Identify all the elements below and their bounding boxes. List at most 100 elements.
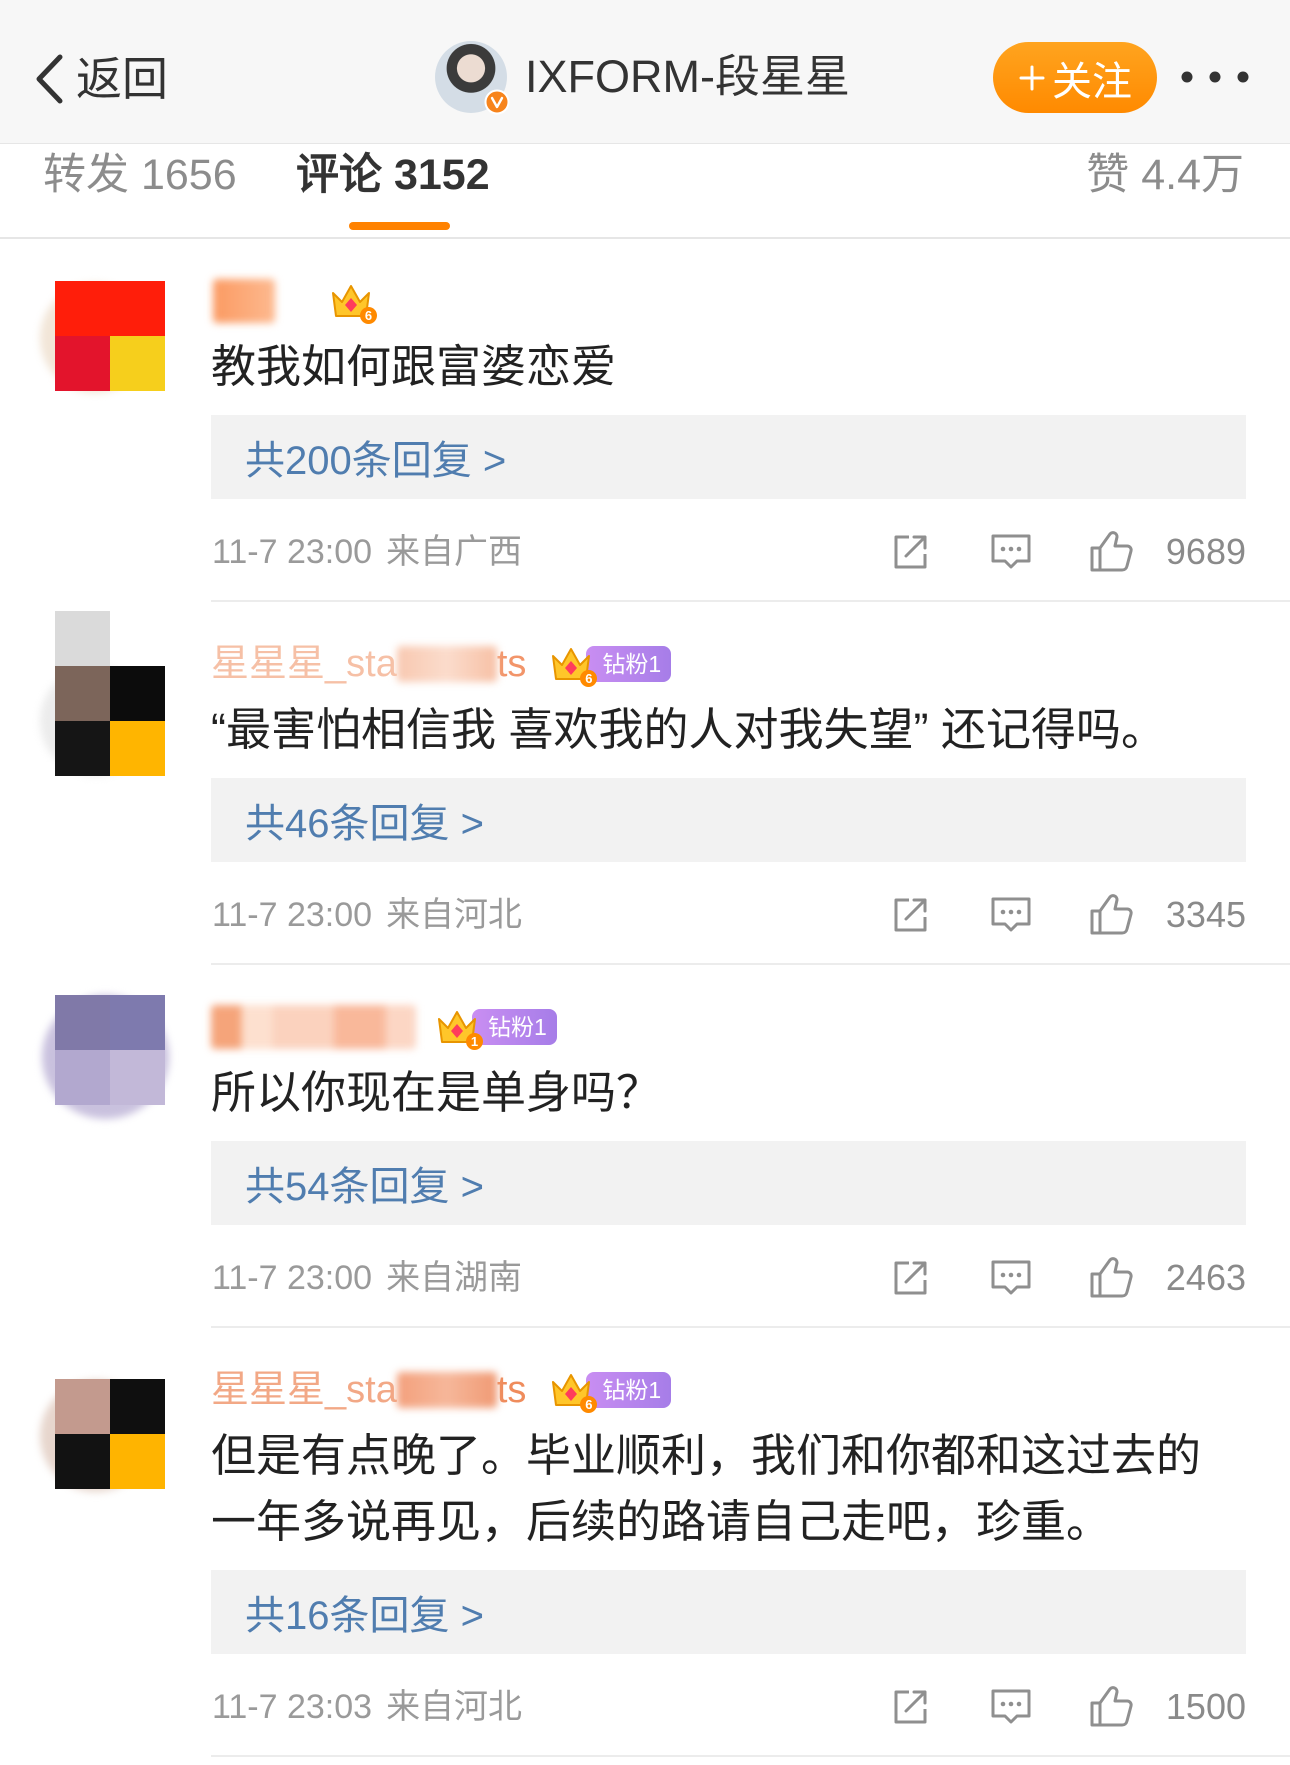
thumbs-up-icon[interactable] xyxy=(1088,891,1134,937)
verified-badge-icon xyxy=(484,89,510,115)
thumbs-up-icon[interactable] xyxy=(1088,1683,1134,1729)
comment-icon[interactable] xyxy=(989,532,1033,572)
fan-crown-badge: 1 xyxy=(434,1005,483,1050)
avatar-cell xyxy=(55,611,110,666)
avatar-cell xyxy=(110,666,165,721)
username-visible-end[interactable]: ts xyxy=(497,642,527,686)
fan-level-badge: 钻粉1 xyxy=(472,1009,557,1045)
avatar-cell xyxy=(110,611,165,666)
comment-icon[interactable] xyxy=(989,1258,1033,1298)
avatar-cell xyxy=(110,1379,165,1434)
avatar-cell xyxy=(110,721,165,776)
comment-time: 11-7 23:00 xyxy=(212,533,373,571)
fan-level-badge: 钻粉1 xyxy=(586,646,672,682)
fan-level-badge: 钻粉1 xyxy=(586,1372,672,1408)
comment-meta: 11-7 23:03 来自河北 xyxy=(212,1677,522,1737)
plus-icon xyxy=(1019,65,1045,90)
username-blurred[interactable] xyxy=(396,1372,497,1408)
tab-reposts[interactable]: 转发 1656 xyxy=(43,151,237,199)
comment-footer: 11-7 23:00 来自河北 3345 xyxy=(211,885,1246,945)
comment-footer: 11-7 23:00 来自湖南 2463 xyxy=(211,1248,1246,1308)
commenter-name-row: 6 xyxy=(211,273,1246,329)
fan-crown-badge: 6 xyxy=(548,1368,598,1413)
commenter-avatar[interactable] xyxy=(55,1379,165,1489)
comment-item: 星星星_sta ts 6 钻粉1 但是有点晚了。毕业顺利，我们和你都和这过去的一… xyxy=(0,1328,1290,1757)
fan-crown-badge: 6 xyxy=(328,279,377,324)
thumbs-up-icon[interactable] xyxy=(1088,1254,1134,1300)
commenter-avatar[interactable] xyxy=(55,995,165,1105)
avatar-cell xyxy=(110,995,165,1050)
active-tab-indicator xyxy=(349,222,450,230)
tab-comments[interactable]: 评论 3152 xyxy=(296,151,490,199)
share-icon[interactable] xyxy=(890,895,930,935)
author-name[interactable]: IXFORM-段星星 xyxy=(525,50,850,104)
avatar-cell xyxy=(110,1050,165,1105)
comment-time: 11-7 23:03 xyxy=(212,1688,373,1726)
share-icon[interactable] xyxy=(890,1258,930,1298)
comment-icon[interactable] xyxy=(989,895,1033,935)
view-replies-link[interactable]: 共200条回复 > xyxy=(211,415,1246,499)
username-visible-start[interactable]: 星星星_sta xyxy=(211,1368,397,1412)
comment-footer: 11-7 23:03 来自河北 1500 xyxy=(211,1677,1246,1737)
comment-icon[interactable] xyxy=(989,1687,1033,1727)
avatar-cell xyxy=(55,336,110,391)
avatar-cell xyxy=(55,666,110,721)
commenter-avatar[interactable] xyxy=(55,281,165,391)
comment-body: “最害怕相信我 喜欢我的人对我失望” 还记得吗。 xyxy=(211,704,1166,755)
back-button[interactable]: 返回 xyxy=(30,47,168,111)
comment-location: 来自湖南 xyxy=(386,1259,523,1297)
comment-body: 教我如何跟富婆恋爱 xyxy=(211,341,617,392)
commenter-avatar[interactable] xyxy=(55,611,165,776)
share-icon[interactable] xyxy=(890,532,930,572)
tab-bar: 转发 1656 评论 3152 赞 4.4万 xyxy=(0,144,1290,239)
share-icon[interactable] xyxy=(890,1687,930,1727)
avatar-cell xyxy=(55,721,110,776)
username-blurred[interactable] xyxy=(396,646,497,682)
comment-item: 6 教我如何跟富婆恋爱 共200条回复 > 11-7 23:00 来自广西 968… xyxy=(0,239,1290,602)
comment-item: 星星星_sta ts 6 钻粉1 “最害怕相信我 喜欢我的人对我失望” 还记得吗… xyxy=(0,602,1290,965)
avatar-cell xyxy=(110,336,165,391)
username-visible-start[interactable]: 星星星_sta xyxy=(211,642,397,686)
crown-level: 6 xyxy=(360,307,377,324)
like-count[interactable]: 2463 xyxy=(1166,1248,1246,1308)
tab-likes[interactable]: 赞 4.4万 xyxy=(1086,151,1244,199)
comment-location: 来自广西 xyxy=(386,533,523,571)
crown-level: 1 xyxy=(466,1033,483,1050)
avatar-cell xyxy=(110,281,165,336)
commenter-name-row: 星星星_sta ts 6 钻粉1 xyxy=(211,1362,1246,1418)
top-bar: 返回 IXFORM-段星星 关注 xyxy=(0,0,1290,144)
follow-label: 关注 xyxy=(1052,59,1132,104)
chevron-left-icon xyxy=(36,54,63,104)
comment-body: 所以你现在是单身吗？ xyxy=(211,1067,662,1118)
more-dots-icon[interactable] xyxy=(1180,70,1250,84)
thumbs-up-icon[interactable] xyxy=(1088,528,1134,574)
like-count[interactable]: 9689 xyxy=(1166,522,1246,582)
like-count[interactable]: 3345 xyxy=(1166,885,1246,945)
comment-location: 来自河北 xyxy=(386,896,523,934)
comment-body: 但是有点晚了。毕业顺利，我们和你都和这过去的一年多说再见，后续的路请自己走吧，珍… xyxy=(211,1430,1202,1547)
commenter-name-row: 1 钻粉1 xyxy=(211,999,1246,1055)
comment-location: 来自河北 xyxy=(386,1688,523,1726)
avatar-cell xyxy=(55,995,110,1050)
follow-button[interactable]: 关注 xyxy=(993,42,1157,113)
like-count[interactable]: 1500 xyxy=(1166,1677,1246,1737)
comment-meta: 11-7 23:00 来自广西 xyxy=(212,522,522,582)
fan-crown-badge: 6 xyxy=(548,642,598,687)
comment-time: 11-7 23:00 xyxy=(212,1259,373,1297)
avatar-cell xyxy=(55,281,110,336)
view-replies-link[interactable]: 共16条回复 > xyxy=(211,1570,1246,1654)
view-replies-link[interactable]: 共46条回复 > xyxy=(211,778,1246,862)
username-visible-end[interactable]: ts xyxy=(497,1368,527,1412)
username-blurred[interactable] xyxy=(213,279,275,323)
username-blurred[interactable] xyxy=(211,1005,416,1049)
comment-meta: 11-7 23:00 来自河北 xyxy=(212,885,522,945)
avatar-cell xyxy=(55,1050,110,1105)
comment-footer: 11-7 23:00 来自广西 9689 xyxy=(211,522,1246,582)
comment-meta: 11-7 23:00 来自湖南 xyxy=(212,1248,522,1308)
comment-item: 1 钻粉1 所以你现在是单身吗？ 共54条回复 > 11-7 23:00 来自湖南… xyxy=(0,965,1290,1328)
avatar-cell xyxy=(55,1379,110,1434)
commenter-name-row: 星星星_sta ts 6 钻粉1 xyxy=(211,636,1246,692)
crown-level: 6 xyxy=(580,670,598,687)
view-replies-link[interactable]: 共54条回复 > xyxy=(211,1141,1246,1225)
crown-level: 6 xyxy=(580,1396,598,1413)
